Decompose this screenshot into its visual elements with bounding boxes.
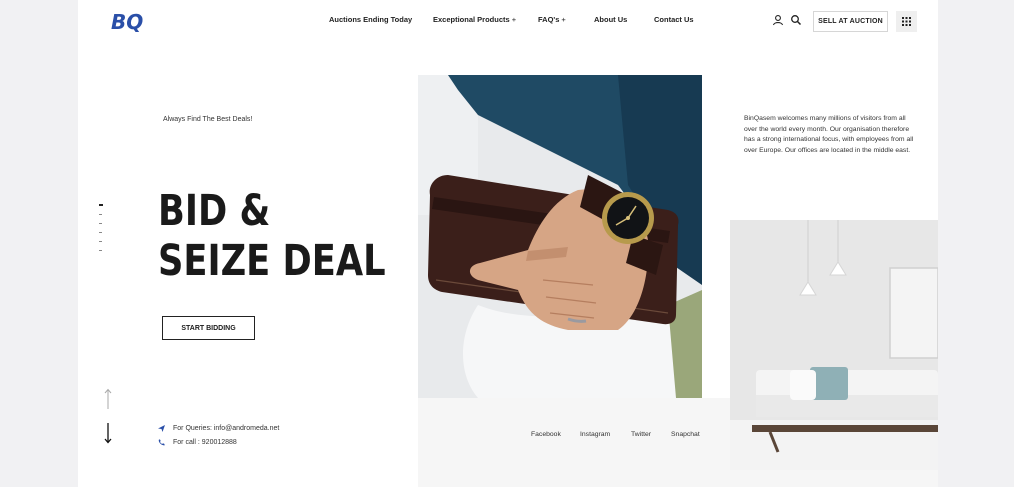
- send-icon: [158, 425, 165, 432]
- dropdown-plus-icon: +: [511, 15, 517, 24]
- hero-photo: [418, 75, 702, 398]
- start-bidding-button[interactable]: START BIDDING: [162, 316, 255, 340]
- product-photo-wallet-watch: [418, 75, 702, 398]
- slider-dot[interactable]: [99, 232, 102, 233]
- slider-dot[interactable]: [99, 241, 102, 242]
- grid-menu-button[interactable]: [896, 11, 917, 32]
- sell-at-auction-button[interactable]: SELL AT AUCTION: [813, 11, 888, 32]
- slider-dot[interactable]: [99, 204, 103, 206]
- nav-faqs[interactable]: FAQ's +: [538, 15, 566, 24]
- nav-label: Contact Us: [654, 15, 694, 24]
- arrow-down-icon[interactable]: [104, 422, 112, 444]
- brand-logo[interactable]: BQ: [110, 10, 146, 32]
- nav-auctions-ending-today[interactable]: Auctions Ending Today: [329, 15, 412, 24]
- page-frame: BQ Auctions Ending Today Exceptional Pro…: [78, 0, 938, 487]
- nav-label: About Us: [594, 15, 628, 24]
- nav-label: Exceptional Products: [433, 15, 510, 24]
- user-icon[interactable]: [772, 14, 784, 26]
- grid-menu-icon: [902, 17, 911, 26]
- contact-call: For call : 920012888: [158, 439, 237, 446]
- social-link-facebook[interactable]: Facebook: [531, 431, 561, 438]
- social-link-instagram[interactable]: Instagram: [580, 431, 610, 438]
- nav-contact-us[interactable]: Contact Us: [654, 15, 694, 24]
- contact-queries: For Queries: info@andromeda.net: [158, 425, 279, 432]
- social-link-snapchat[interactable]: Snapchat: [671, 431, 700, 438]
- arrow-up-icon[interactable]: [104, 388, 112, 410]
- nav-about-us[interactable]: About Us: [594, 15, 627, 24]
- slider-dot[interactable]: [99, 214, 102, 215]
- phone-icon: [158, 439, 165, 446]
- contact-call-text[interactable]: For call : 920012888: [173, 439, 237, 446]
- slider-pagination: [99, 204, 103, 259]
- headline-line-2: SEIZE DEAL: [158, 236, 386, 286]
- room-interior-photo: [730, 220, 938, 470]
- about-paragraph: BinQasem welcomes many millions of visit…: [744, 115, 914, 154]
- logo-text: BQ: [111, 10, 143, 32]
- search-icon[interactable]: [790, 14, 802, 26]
- headline-line-1: BID &: [158, 186, 271, 236]
- sofa-room-image: [730, 220, 938, 470]
- dropdown-plus-icon: +: [561, 15, 566, 24]
- nav-exceptional-products[interactable]: Exceptional Products +: [433, 15, 516, 24]
- hero-tagline: Always Find The Best Deals!: [163, 116, 253, 123]
- nav-label: FAQ's: [538, 15, 560, 24]
- nav-label: Auctions Ending Today: [329, 15, 413, 24]
- slider-dot[interactable]: [99, 250, 102, 251]
- contact-queries-text[interactable]: For Queries: info@andromeda.net: [173, 425, 279, 432]
- slider-dot[interactable]: [99, 223, 102, 224]
- social-link-twitter[interactable]: Twitter: [631, 431, 651, 438]
- hero-headline: BID & SEIZE DEAL: [158, 186, 386, 286]
